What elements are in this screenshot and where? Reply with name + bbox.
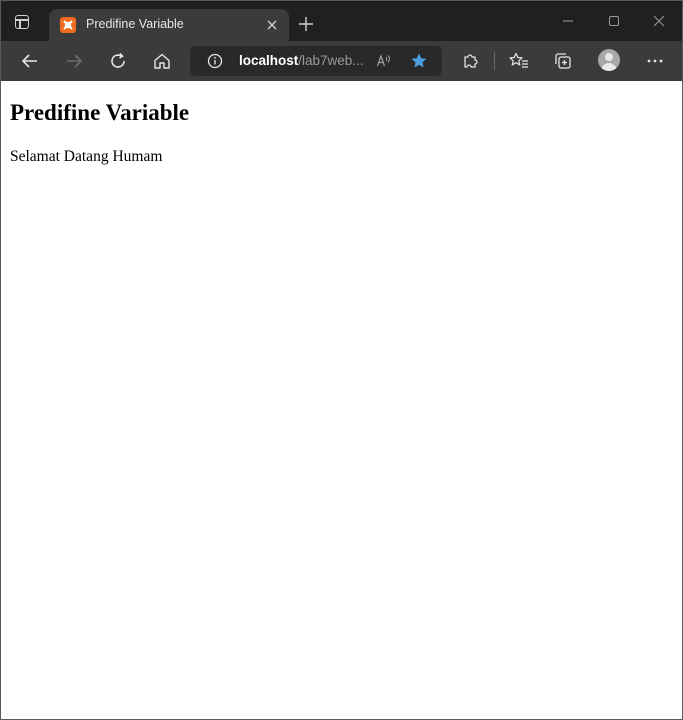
- browser-window: Predifine Variable localhost/lab7web... …: [0, 0, 683, 720]
- back-icon[interactable]: [17, 49, 43, 73]
- minimize-icon[interactable]: [556, 11, 580, 31]
- close-window-icon[interactable]: [647, 11, 671, 31]
- xampp-favicon-icon: [60, 17, 76, 33]
- favorites-icon[interactable]: [506, 49, 532, 73]
- read-aloud-icon[interactable]: [376, 53, 392, 69]
- address-bar[interactable]: localhost/lab7web...: [190, 46, 442, 76]
- tab-active[interactable]: Predifine Variable: [49, 9, 289, 41]
- page-content: Predifine Variable Selamat Datang Humam: [1, 81, 682, 719]
- extensions-icon[interactable]: [457, 49, 483, 73]
- more-icon[interactable]: [642, 49, 668, 73]
- tab-actions-icon[interactable]: [15, 15, 29, 29]
- close-icon[interactable]: [265, 18, 279, 32]
- collections-icon[interactable]: [550, 49, 576, 73]
- address-host: localhost: [239, 53, 299, 68]
- maximize-icon[interactable]: [602, 11, 626, 31]
- title-bar: Predifine Variable: [1, 1, 682, 41]
- forward-icon[interactable]: [61, 49, 87, 73]
- info-icon[interactable]: [207, 53, 223, 69]
- home-icon[interactable]: [149, 49, 175, 73]
- refresh-icon[interactable]: [105, 49, 131, 73]
- toolbar-divider: [494, 52, 495, 70]
- tab-title: Predifine Variable: [86, 17, 184, 31]
- page-text: Selamat Datang Humam: [10, 148, 163, 165]
- address-path: /lab7web...: [298, 53, 364, 68]
- star-icon[interactable]: [410, 52, 428, 70]
- avatar[interactable]: [598, 49, 620, 71]
- page-title: Predifine Variable: [10, 100, 190, 125]
- plus-icon[interactable]: [297, 15, 315, 33]
- address-text[interactable]: localhost/lab7web...: [239, 53, 364, 68]
